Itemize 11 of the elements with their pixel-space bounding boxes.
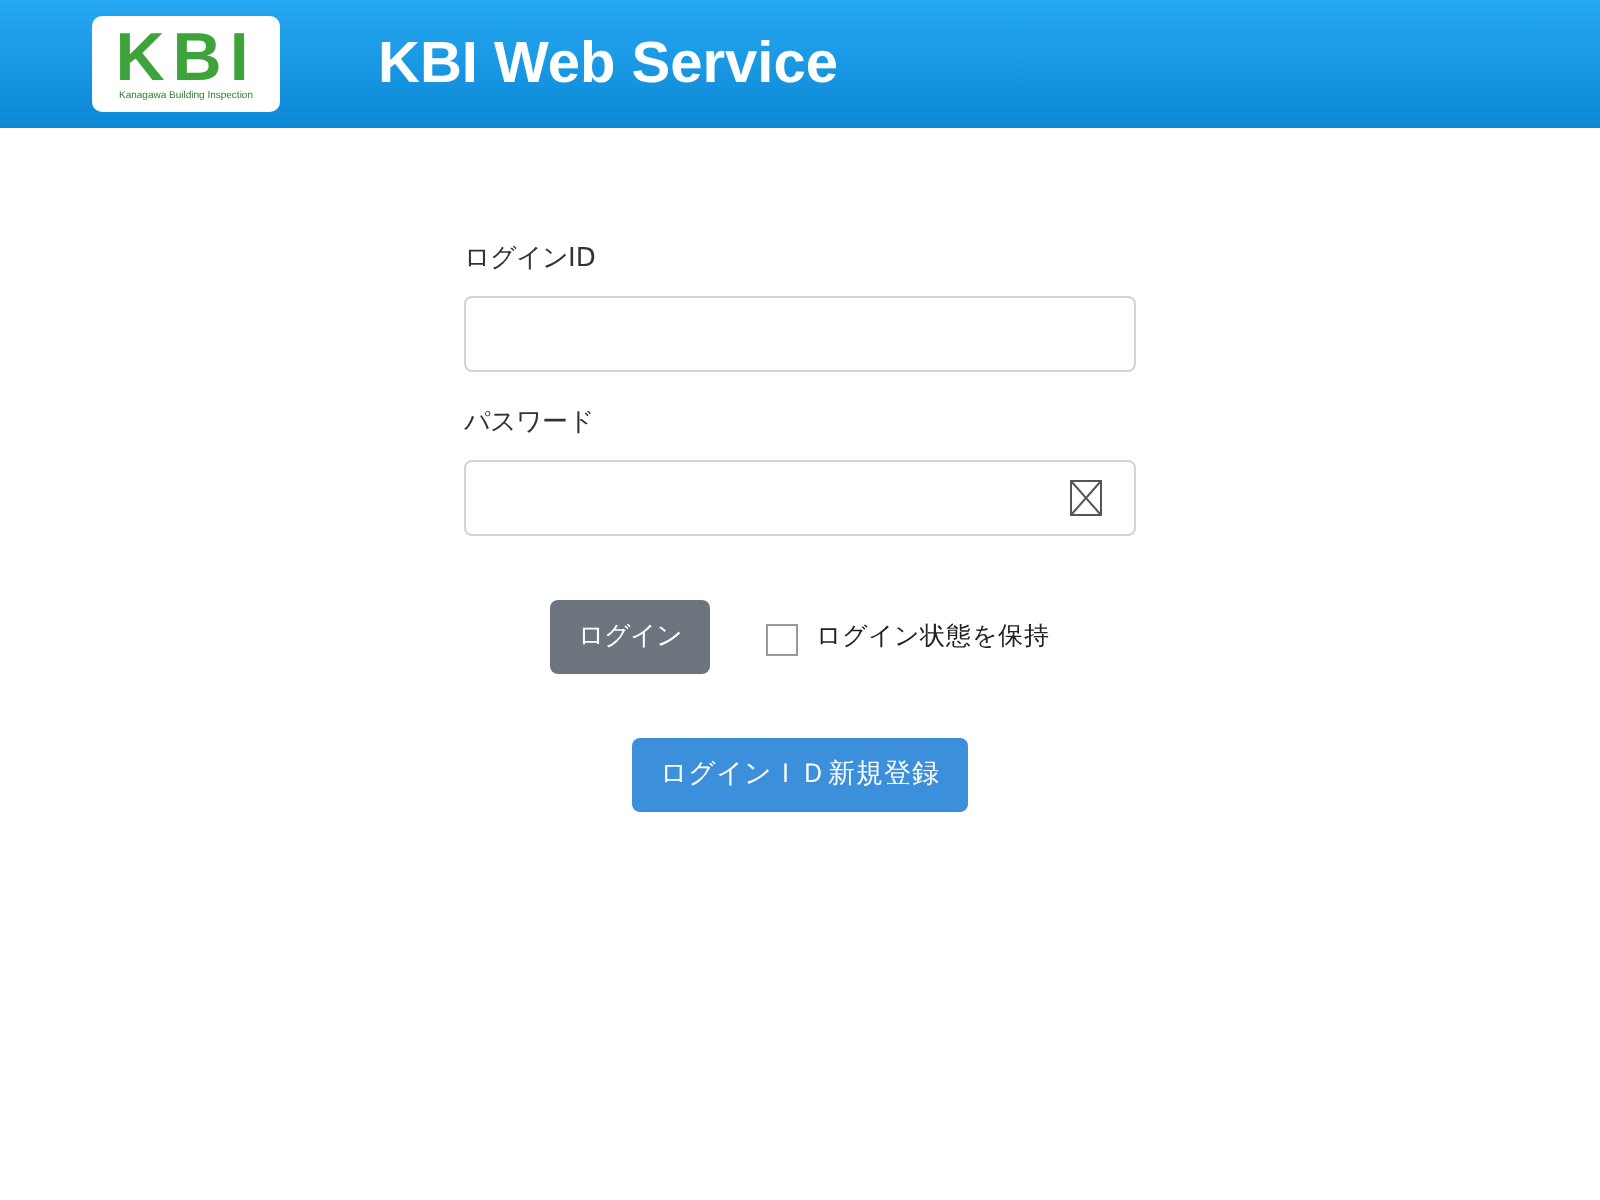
field-label: パスワード <box>464 408 594 440</box>
site-title: KBI Web Service <box>378 30 838 98</box>
password-field[interactable] <box>464 460 1136 536</box>
login-button[interactable]: ログイン <box>550 600 710 674</box>
input-field[interactable] <box>464 296 1136 372</box>
field-label: ログインID <box>464 244 596 276</box>
register-button[interactable]: ログインＩＤ新規登録 <box>632 738 968 812</box>
x-box-icon[interactable] <box>1070 480 1102 516</box>
logo-letters: KBI <box>115 25 257 89</box>
checkbox-label: ログイン状態を保持 <box>816 618 1050 655</box>
checkbox[interactable] <box>766 624 798 656</box>
